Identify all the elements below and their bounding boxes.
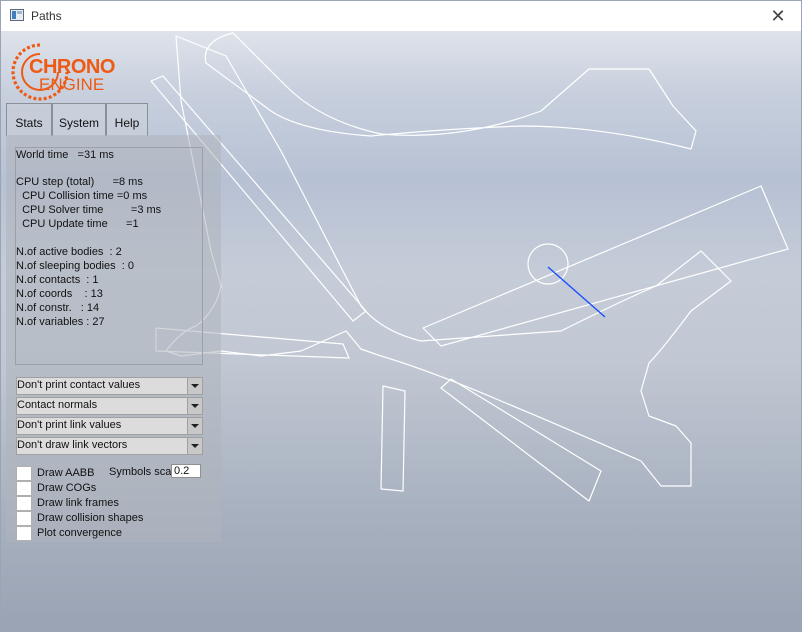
path-shape-lower-bar (440, 378, 602, 502)
chevron-down-icon[interactable] (187, 398, 202, 414)
stat-variables: N.of variables : 27 (16, 316, 105, 328)
stat-active-bodies: N.of active bodies : 2 (16, 246, 122, 258)
draw-link-frames-label: Draw link frames (37, 497, 119, 509)
draw-collision-shapes-checkbox[interactable] (16, 511, 32, 526)
path-shape-large (165, 35, 732, 487)
chrono-engine-logo: CHRONO ENGINE (9, 41, 119, 103)
draw-aabb-label: Draw AABB (37, 467, 95, 479)
app-window: Paths ✕ CHRONO ENGINE Stats System Help … (0, 0, 802, 632)
stat-sleeping-bodies: N.of sleeping bodies : 0 (16, 260, 135, 272)
stat-world-time: World time =31 ms (16, 149, 114, 161)
tab-help[interactable]: Help (106, 103, 148, 136)
app-icon (10, 9, 24, 21)
plot-convergence-label: Plot convergence (37, 527, 122, 539)
symbols-scale-label: Symbols scale (109, 466, 171, 478)
stats-panel: World time =31 ms CPU step (total) =8 ms… (6, 135, 221, 542)
window-title: Paths (31, 9, 62, 23)
3d-viewport[interactable]: CHRONO ENGINE Stats System Help World ti… (1, 31, 801, 631)
dropdown-value: Don't print contact values (17, 379, 141, 391)
link-vectors-dropdown[interactable]: Don't draw link vectors (16, 437, 203, 455)
disc-body (527, 243, 569, 285)
draw-collision-shapes-label: Draw collision shapes (37, 512, 144, 524)
tab-system[interactable]: System (52, 103, 106, 136)
draw-link-frames-checkbox[interactable] (16, 496, 32, 511)
title-bar[interactable]: Paths ✕ (1, 1, 801, 31)
chevron-down-icon[interactable] (187, 378, 202, 394)
chevron-down-icon[interactable] (187, 438, 202, 454)
stat-contacts: N.of contacts : 1 (16, 274, 99, 286)
contact-values-dropdown[interactable]: Don't print contact values (16, 377, 203, 395)
dropdown-value: Don't draw link vectors (17, 439, 128, 451)
draw-cogs-label: Draw COGs (37, 482, 97, 494)
path-shape-top (204, 32, 697, 150)
stat-coords: N.of coords : 13 (16, 288, 103, 300)
stat-cpu-update: CPU Update time =1 (16, 218, 139, 230)
stat-cpu-collision: CPU Collision time =0 ms (16, 190, 148, 202)
draw-cogs-checkbox[interactable] (16, 481, 32, 496)
link-values-dropdown[interactable]: Don't print link values (16, 417, 203, 435)
stat-constraints: N.of constr. : 14 (16, 302, 100, 314)
close-button[interactable]: ✕ (755, 1, 801, 31)
logo-text-engine: ENGINE (39, 75, 105, 94)
path-shape-vertical-bar (380, 385, 406, 492)
chevron-down-icon[interactable] (187, 418, 202, 434)
symbols-scale-input[interactable] (171, 464, 201, 478)
contact-normal-vector (547, 266, 606, 318)
logo-text-chrono: CHRONO (29, 56, 115, 78)
dropdown-value: Contact normals (17, 399, 98, 411)
stat-cpu-step: CPU step (total) =8 ms (16, 176, 143, 188)
stat-cpu-solver: CPU Solver time =3 ms (16, 204, 162, 216)
draw-aabb-checkbox[interactable] (16, 466, 32, 481)
path-shape-diagonal-bar (422, 185, 789, 347)
plot-convergence-checkbox[interactable] (16, 526, 32, 541)
dropdown-value: Don't print link values (17, 419, 122, 431)
tab-stats[interactable]: Stats (6, 103, 52, 136)
contact-normals-dropdown[interactable]: Contact normals (16, 397, 203, 415)
